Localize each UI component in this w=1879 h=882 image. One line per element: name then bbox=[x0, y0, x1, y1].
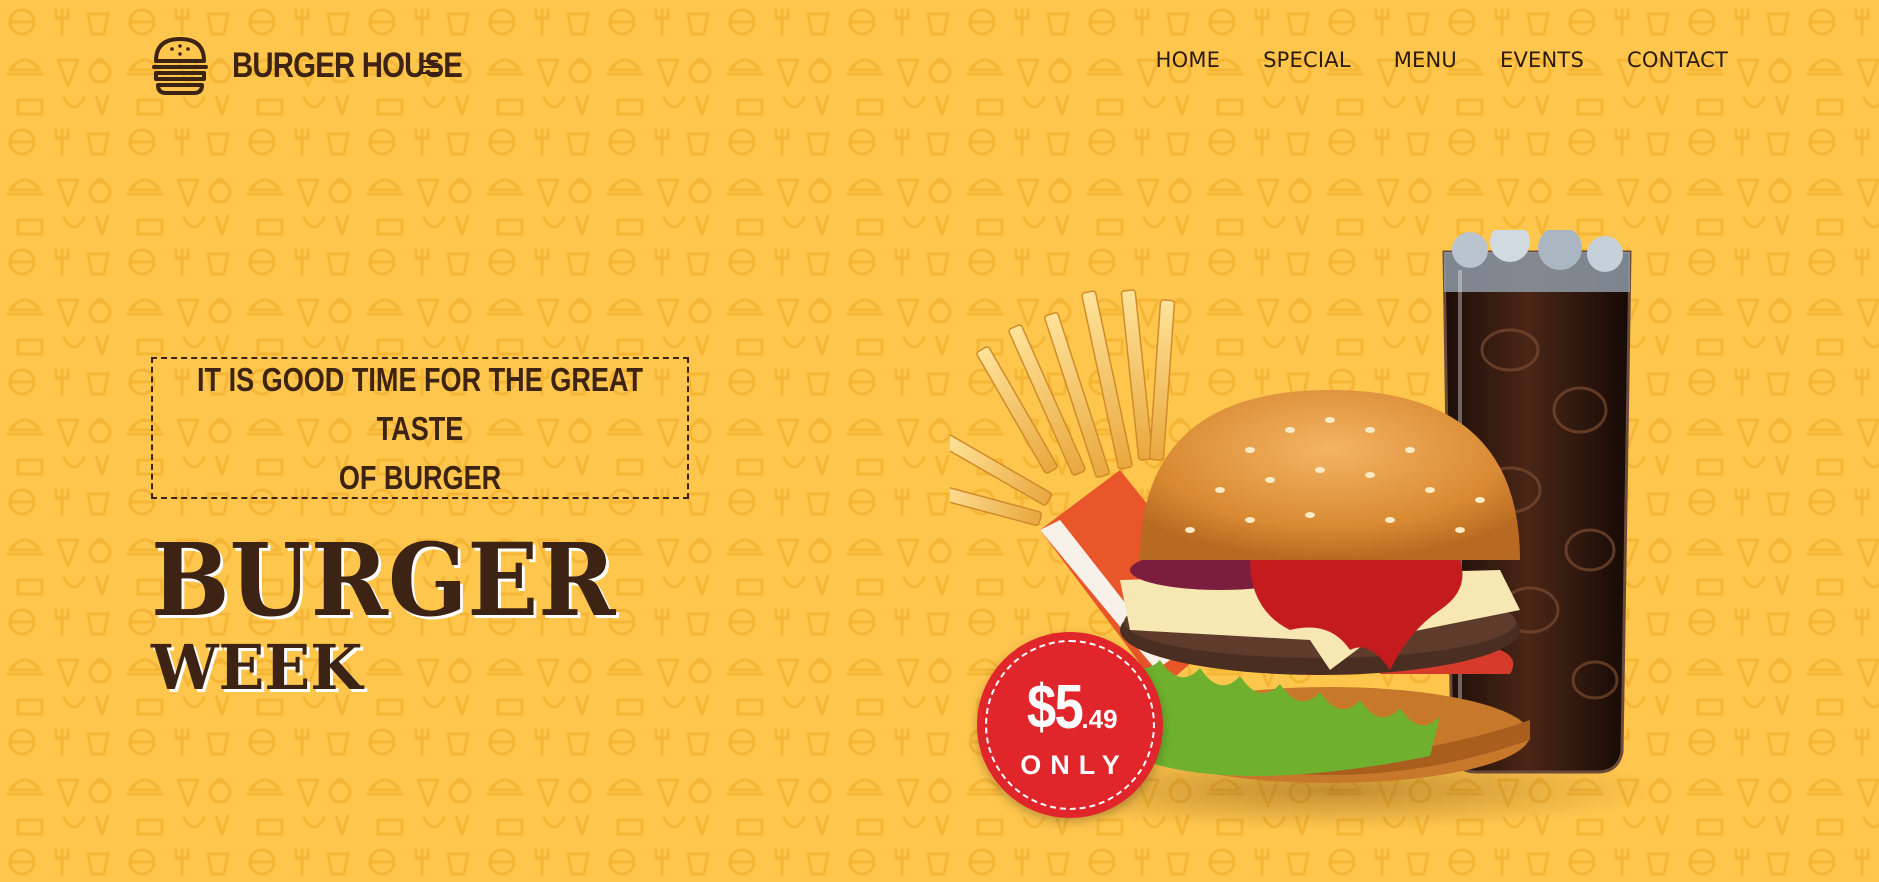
logo[interactable]: BURGER HOUSE bbox=[150, 35, 506, 97]
price-badge: $5.49 ONLY bbox=[977, 632, 1163, 818]
price-dollars: $5 bbox=[1027, 673, 1084, 742]
tagline-line-2: OF BURGER bbox=[338, 458, 502, 496]
nav-menu[interactable]: MENU bbox=[1394, 48, 1457, 72]
headline-week: WEEK bbox=[151, 631, 363, 704]
tagline-box: IT IS GOOD TIME FOR THE GREAT TASTE OF B… bbox=[151, 357, 689, 499]
badge-price: $5.49 bbox=[977, 672, 1163, 743]
tagline: IT IS GOOD TIME FOR THE GREAT TASTE OF B… bbox=[190, 355, 649, 502]
tagline-line-1: IT IS GOOD TIME FOR THE GREAT TASTE bbox=[196, 360, 643, 447]
price-note: ONLY bbox=[1020, 750, 1129, 780]
hamburger-menu-icon[interactable] bbox=[420, 60, 438, 74]
price-cents: .49 bbox=[1081, 704, 1118, 734]
nav-contact[interactable]: CONTACT bbox=[1627, 48, 1728, 72]
main-nav: HOME SPECIAL MENU EVENTS CONTACT bbox=[1156, 48, 1728, 72]
nav-home[interactable]: HOME bbox=[1156, 48, 1221, 72]
burger-icon bbox=[152, 37, 208, 95]
nav-events[interactable]: EVENTS bbox=[1500, 48, 1584, 72]
nav-special[interactable]: SPECIAL bbox=[1263, 48, 1351, 72]
headline-burger: BURGER bbox=[151, 521, 616, 639]
